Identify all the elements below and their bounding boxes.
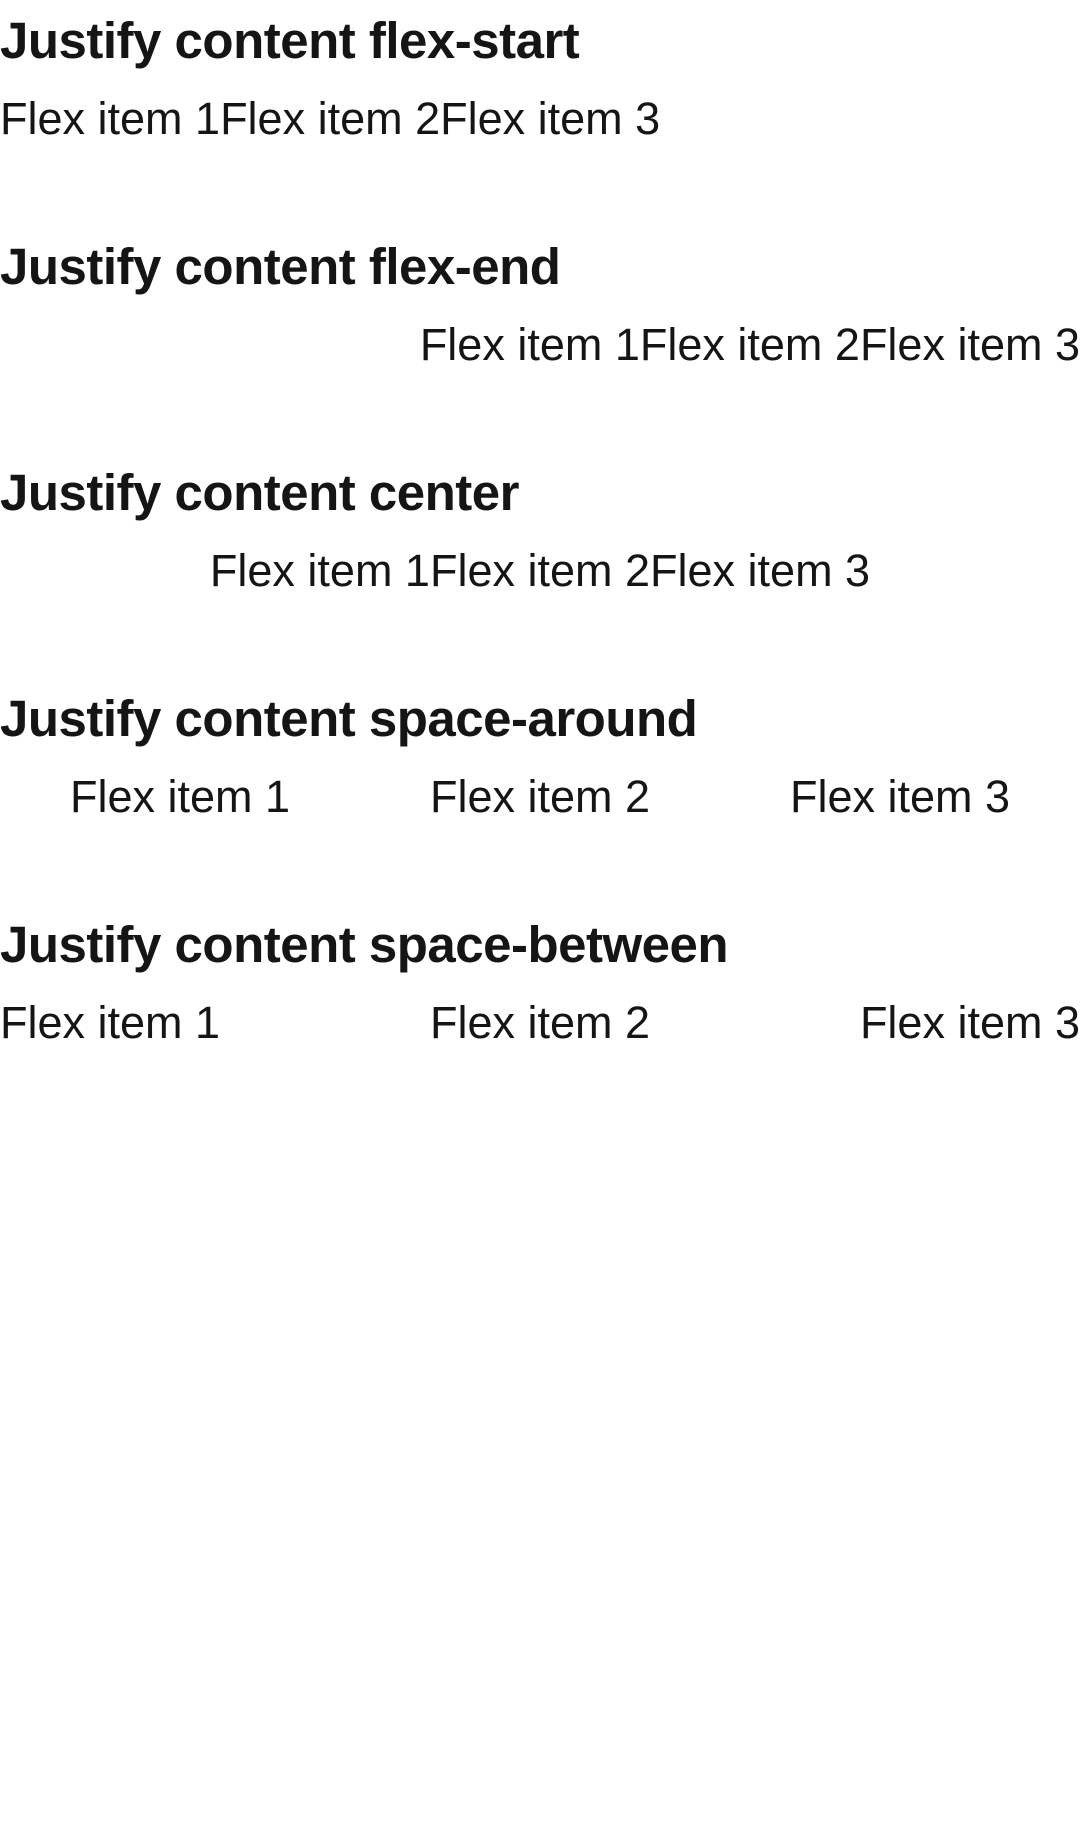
flex-item: Flex item 1 xyxy=(0,93,221,144)
flex-item: Flex item 3 xyxy=(859,319,1080,370)
flex-item: Flex item 1 xyxy=(69,771,291,822)
example-heading: Justify content center xyxy=(0,464,519,521)
flex-item: Flex item 1 xyxy=(0,997,221,1048)
flex-container: Flex item 1 Flex item 2 Flex item 3 xyxy=(0,312,1080,378)
flex-container: Flex item 1 Flex item 2 Flex item 3 xyxy=(0,538,1080,604)
example-heading: Justify content flex-start xyxy=(0,12,580,69)
flex-item: Flex item 3 xyxy=(789,771,1011,822)
flex-item: Flex item 1 xyxy=(209,545,430,596)
example-flex-end: Justify content flex-end Flex item 1 Fle… xyxy=(0,234,1080,378)
flex-item: Flex item 3 xyxy=(859,997,1080,1048)
flex-container: Flex item 1 Flex item 2 Flex item 3 xyxy=(0,764,1080,830)
flex-item: Flex item 2 xyxy=(429,545,651,596)
flex-container: Flex item 1 Flex item 2 Flex item 3 xyxy=(0,990,1080,1056)
example-heading: Justify content space-between xyxy=(0,916,729,973)
page: Justify content flex-start Flex item 1 F… xyxy=(0,0,1080,1836)
flex-item: Flex item 2 xyxy=(639,319,860,370)
example-heading: Justify content space-around xyxy=(0,690,698,747)
flex-container: Flex item 1 Flex item 2 Flex item 3 xyxy=(0,86,1080,152)
example-center: Justify content center Flex item 1 Flex … xyxy=(0,460,1080,604)
example-heading: Justify content flex-end xyxy=(0,238,561,295)
flex-item: Flex item 2 xyxy=(429,771,651,822)
flex-item: Flex item 3 xyxy=(650,545,871,596)
example-space-between: Justify content space-between Flex item … xyxy=(0,912,1080,1056)
flex-item: Flex item 2 xyxy=(220,93,441,144)
flex-item: Flex item 2 xyxy=(429,997,651,1048)
flex-item: Flex item 1 xyxy=(419,319,640,370)
example-space-around: Justify content space-around Flex item 1… xyxy=(0,686,1080,830)
example-flex-start: Justify content flex-start Flex item 1 F… xyxy=(0,8,1080,152)
flex-item: Flex item 3 xyxy=(440,93,661,144)
